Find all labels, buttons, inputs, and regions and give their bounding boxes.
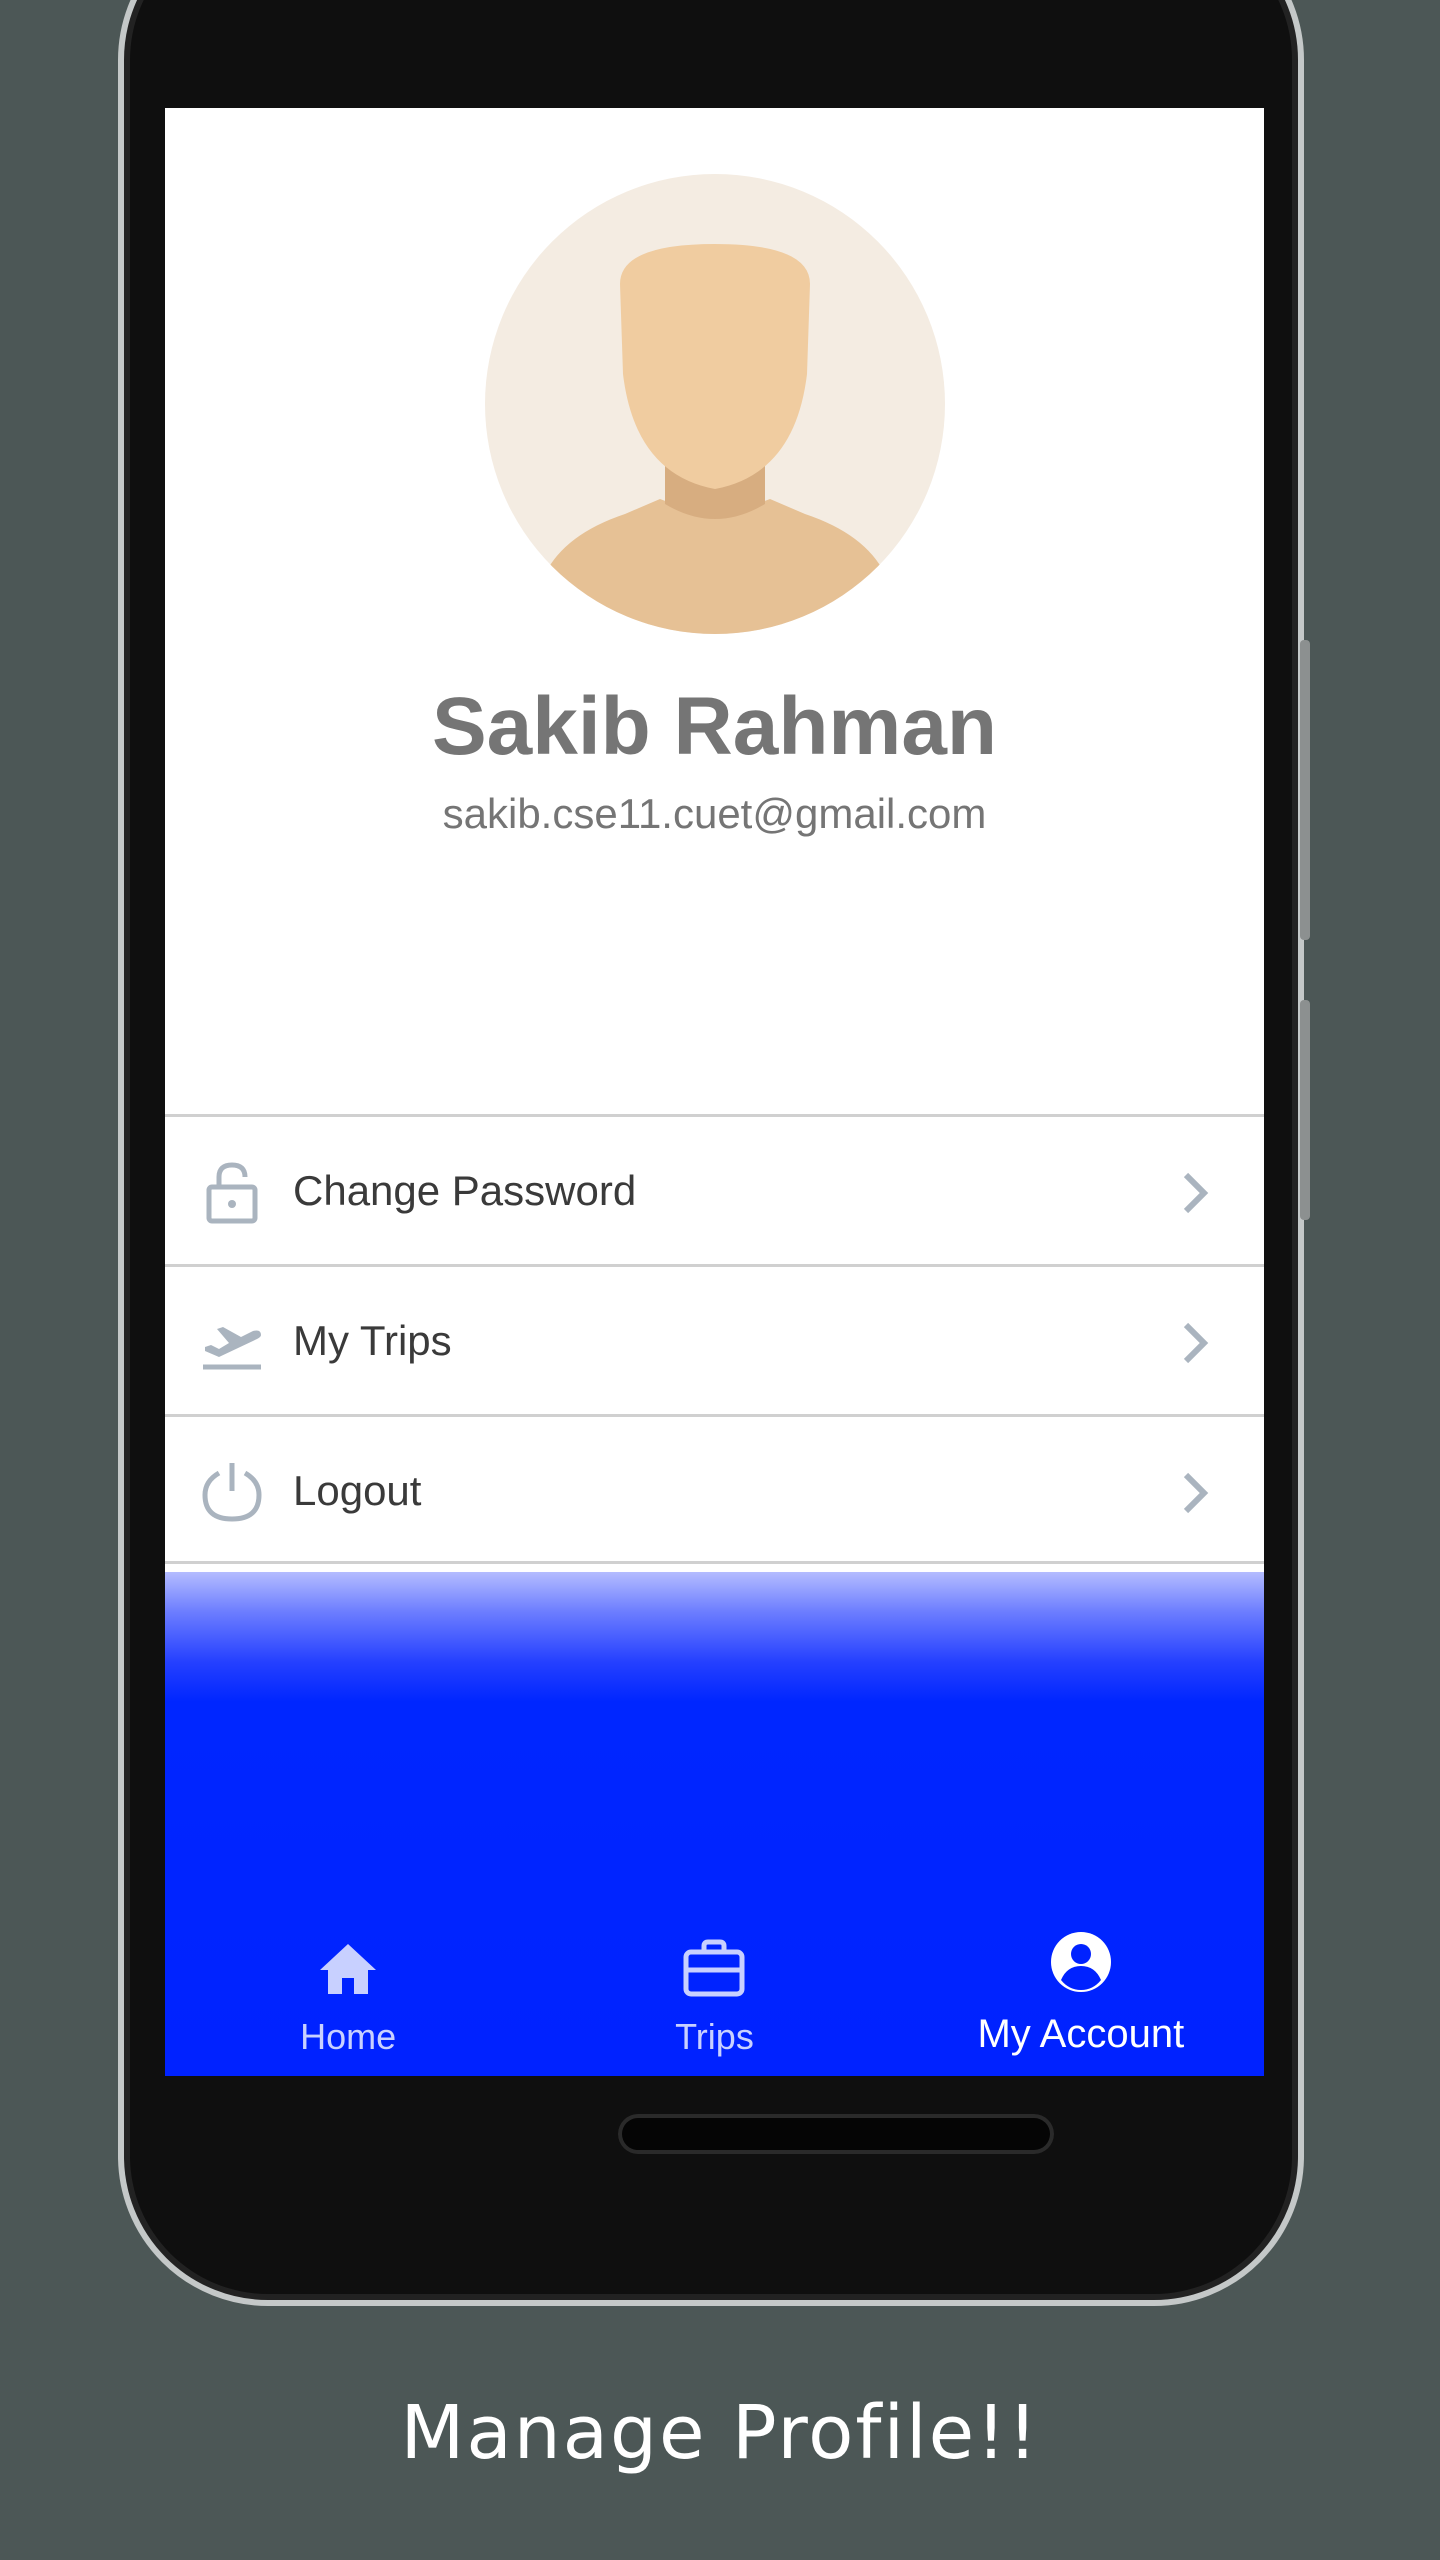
menu-item-label: Change Password: [293, 1167, 637, 1214]
briefcase-icon: [683, 1939, 745, 1997]
lock-icon: [206, 1162, 258, 1224]
menu-item-change-password[interactable]: Change Password: [165, 1114, 1264, 1264]
airplane-takeoff-icon: [203, 1327, 261, 1370]
menu-item-label: My Trips: [293, 1317, 452, 1364]
nav-label: Trips: [675, 2016, 754, 2057]
power-icon: [202, 1463, 262, 1522]
profile-email: sakib.cse11.cuet@gmail.com: [442, 790, 987, 837]
nav-item-trips[interactable]: Trips: [531, 1922, 897, 2076]
promo-caption: Manage Profile!!: [400, 2390, 1040, 2476]
app-screen: Sakib Rahman sakib.cse11.cuet@gmail.com …: [165, 108, 1264, 2076]
nav-item-my-account[interactable]: My Account: [898, 1922, 1264, 2076]
chevron-right-icon: [1183, 1472, 1209, 1514]
bottom-navigation: Home Trips My Account: [165, 1922, 1264, 2076]
menu-item-logout[interactable]: Logout: [165, 1414, 1264, 1564]
nav-label: Home: [300, 2016, 397, 2057]
nav-label: My Account: [977, 2012, 1185, 2056]
phone-side-button: [1300, 640, 1310, 940]
chevron-right-icon: [1183, 1172, 1209, 1214]
profile-name: Sakib Rahman: [431, 681, 998, 772]
avatar: [485, 174, 945, 634]
home-icon: [320, 1944, 377, 1994]
phone-side-button: [1300, 1000, 1310, 1220]
account-circle-icon: [1050, 1932, 1111, 1992]
menu-item-label: Logout: [293, 1467, 422, 1514]
menu-item-my-trips[interactable]: My Trips: [165, 1264, 1264, 1414]
chevron-right-icon: [1183, 1322, 1209, 1364]
phone-speaker-bottom: [618, 2114, 1054, 2154]
account-menu: Change Password My Trips Logout: [165, 1114, 1264, 1564]
nav-item-home[interactable]: Home: [165, 1922, 531, 2076]
